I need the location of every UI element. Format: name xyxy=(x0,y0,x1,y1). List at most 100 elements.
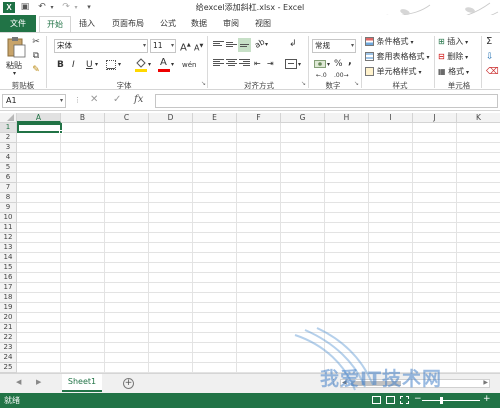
format-as-table-button[interactable]: 套用表格格式 ▾ xyxy=(365,51,429,64)
wrap-text-icon[interactable]: ↲ xyxy=(289,38,297,50)
comma-style-button[interactable]: , xyxy=(348,56,352,68)
decrease-indent-icon[interactable]: ⇤ xyxy=(254,58,261,70)
clear-icon[interactable]: ⌫ xyxy=(486,66,499,78)
align-right-icon[interactable] xyxy=(239,59,250,68)
zoom-in-icon[interactable]: + xyxy=(483,394,491,404)
row-header-1[interactable]: 1 xyxy=(0,123,17,133)
column-header-i[interactable]: I xyxy=(369,113,413,123)
zoom-slider[interactable] xyxy=(422,400,480,401)
font-dialog-launcher-icon[interactable]: ↘ xyxy=(201,78,206,90)
percent-button[interactable]: % xyxy=(334,58,343,70)
scroll-right-icon[interactable]: ▶ xyxy=(483,379,488,386)
format-painter-icon[interactable]: ✎ xyxy=(30,64,42,76)
align-center-icon[interactable] xyxy=(226,59,237,68)
number-dialog-launcher-icon[interactable]: ↘ xyxy=(354,78,359,90)
row-header-8[interactable]: 8 xyxy=(0,193,17,203)
underline-dropdown-icon[interactable]: ▾ xyxy=(95,59,98,71)
tab-formulas[interactable]: 公式 xyxy=(155,17,181,31)
column-header-h[interactable]: H xyxy=(325,113,369,123)
bold-button[interactable]: B xyxy=(57,59,64,71)
tab-file[interactable]: 文件 xyxy=(0,15,36,32)
border-dropdown-icon[interactable]: ▾ xyxy=(118,59,121,71)
font-color-dropdown-icon[interactable]: ▾ xyxy=(171,59,174,71)
copy-icon[interactable]: ⧉ xyxy=(30,50,42,62)
previous-sheet-icon[interactable]: ◀ xyxy=(16,378,21,386)
row-header-13[interactable]: 13 xyxy=(0,243,17,253)
column-header-f[interactable]: F xyxy=(237,113,281,123)
tab-view[interactable]: 视图 xyxy=(250,17,276,31)
underline-button[interactable]: U xyxy=(86,59,93,71)
column-header-g[interactable]: G xyxy=(281,113,325,123)
increase-indent-icon[interactable]: ⇥ xyxy=(267,58,274,70)
fill-handle[interactable] xyxy=(59,130,63,134)
zoom-out-icon[interactable]: − xyxy=(414,394,422,404)
tab-data[interactable]: 数据 xyxy=(186,17,212,31)
row-header-17[interactable]: 17 xyxy=(0,283,17,293)
shrink-font-button[interactable]: A▼ xyxy=(194,40,203,55)
format-cells-button[interactable]: ▦ 格式 ▾ xyxy=(438,66,469,79)
row-header-12[interactable]: 12 xyxy=(0,233,17,243)
font-size-select[interactable]: 11 ▾ xyxy=(150,39,176,53)
zoom-slider-thumb[interactable] xyxy=(440,397,443,404)
row-header-21[interactable]: 21 xyxy=(0,323,17,333)
tab-home[interactable]: 开始 xyxy=(39,16,71,32)
active-cell-a1[interactable] xyxy=(17,123,62,133)
normal-view-icon[interactable] xyxy=(372,396,381,404)
column-header-j[interactable]: J xyxy=(413,113,457,123)
change-case-icon[interactable]: wén xyxy=(182,59,196,71)
row-header-23[interactable]: 23 xyxy=(0,343,17,353)
row-header-5[interactable]: 5 xyxy=(0,163,17,173)
row-header-22[interactable]: 22 xyxy=(0,333,17,343)
select-all-corner[interactable] xyxy=(0,113,17,123)
font-name-select[interactable]: 宋体 ▾ xyxy=(54,39,148,53)
column-header-d[interactable]: D xyxy=(149,113,193,123)
column-header-a[interactable]: A xyxy=(17,113,61,123)
next-sheet-icon[interactable]: ▶ xyxy=(36,378,41,386)
cell-styles-button[interactable]: 单元格样式 ▾ xyxy=(365,66,421,79)
fill-color-dropdown-icon[interactable]: ▾ xyxy=(148,59,151,71)
row-header-24[interactable]: 24 xyxy=(0,353,17,363)
row-header-9[interactable]: 9 xyxy=(0,203,17,213)
merge-dropdown-icon[interactable]: ▾ xyxy=(298,59,301,71)
grow-font-button[interactable]: A▲ xyxy=(180,39,191,54)
delete-cells-button[interactable]: ⊟ 删除 ▾ xyxy=(438,51,468,64)
row-header-14[interactable]: 14 xyxy=(0,253,17,263)
number-format-select[interactable]: 常规 ▾ xyxy=(312,39,356,53)
row-header-10[interactable]: 10 xyxy=(0,213,17,223)
paste-button[interactable]: 粘贴 ▾ xyxy=(4,36,28,77)
sheet-tab-sheet1[interactable]: Sheet1 xyxy=(62,374,102,392)
cut-icon[interactable]: ✂ xyxy=(30,36,42,48)
cancel-icon[interactable]: ✕ xyxy=(90,94,98,105)
page-layout-view-icon[interactable] xyxy=(386,396,395,404)
formula-input[interactable] xyxy=(155,94,498,108)
tab-review[interactable]: 审阅 xyxy=(218,17,244,31)
row-header-25[interactable]: 25 xyxy=(0,363,17,373)
column-header-c[interactable]: C xyxy=(105,113,149,123)
middle-align-icon[interactable] xyxy=(226,42,237,51)
align-left-icon[interactable] xyxy=(213,59,224,68)
conditional-formatting-button[interactable]: 条件格式 ▾ xyxy=(365,36,413,49)
tab-insert[interactable]: 插入 xyxy=(74,17,100,31)
row-header-15[interactable]: 15 xyxy=(0,263,17,273)
fill-down-icon[interactable]: ⇩ xyxy=(486,51,494,63)
column-header-k[interactable]: K xyxy=(457,113,500,123)
row-header-6[interactable]: 6 xyxy=(0,173,17,183)
row-header-7[interactable]: 7 xyxy=(0,183,17,193)
paste-dropdown-icon[interactable]: ▾ xyxy=(13,68,16,80)
add-sheet-icon[interactable]: + xyxy=(123,378,134,389)
column-header-b[interactable]: B xyxy=(61,113,105,123)
autosum-icon[interactable]: Σ xyxy=(486,36,492,48)
row-header-19[interactable]: 19 xyxy=(0,303,17,313)
font-color-button[interactable]: A xyxy=(158,57,170,72)
column-header-e[interactable]: E xyxy=(193,113,237,123)
formula-bar-resize-icon[interactable]: ⋮ xyxy=(74,96,81,104)
bottom-align-icon[interactable] xyxy=(238,38,251,52)
row-header-20[interactable]: 20 xyxy=(0,313,17,323)
row-header-3[interactable]: 3 xyxy=(0,143,17,153)
orientation-dropdown-icon[interactable]: ▾ xyxy=(265,39,268,51)
row-header-16[interactable]: 16 xyxy=(0,273,17,283)
row-header-18[interactable]: 18 xyxy=(0,293,17,303)
alignment-dialog-launcher-icon[interactable]: ↘ xyxy=(301,78,306,90)
top-align-icon[interactable] xyxy=(213,41,224,50)
row-header-2[interactable]: 2 xyxy=(0,133,17,143)
